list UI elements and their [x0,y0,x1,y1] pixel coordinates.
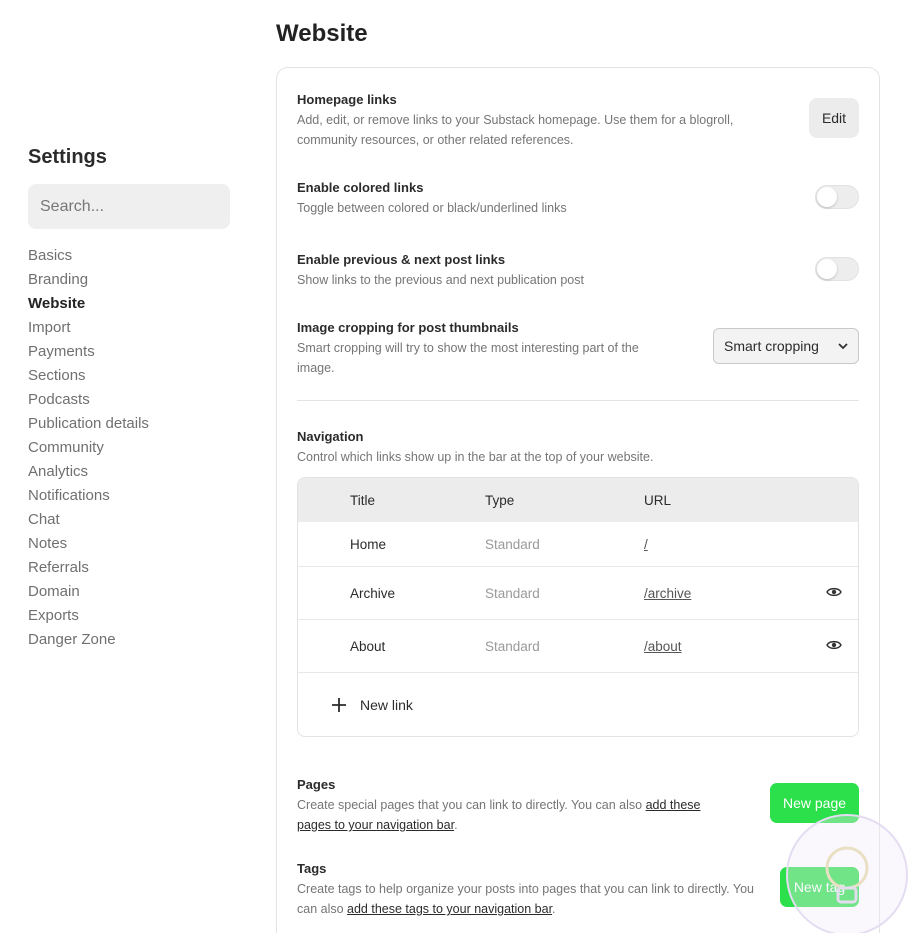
row-url[interactable]: /about [644,620,682,672]
navigation-setting: Navigation Control which links show up i… [297,427,859,467]
table-row[interactable]: About Standard /about [298,620,858,672]
table-header: Title Type URL [298,478,858,522]
navigation-label: Navigation [297,429,364,444]
page-title: Website [276,20,368,47]
sidebar-item-exports[interactable]: Exports [28,604,149,628]
row-type: Standard [485,585,540,601]
row-url-link[interactable]: /about [644,639,682,654]
row-url[interactable]: /archive [644,567,691,619]
pages-desc-text: Create special pages that you can link t… [297,798,646,812]
sidebar-title: Settings [28,146,107,168]
website-settings-card: Homepage links Add, edit, or remove link… [276,67,880,933]
lightbulb-watermark-icon [786,814,908,933]
image-cropping-select[interactable]: Smart cropping [713,328,859,364]
column-type: Type [485,492,515,508]
new-link-label: New link [360,697,413,713]
image-cropping-selected: Smart cropping [724,338,819,354]
homepage-links-setting: Homepage links Add, edit, or remove link… [297,90,757,150]
sidebar-item-community[interactable]: Community [28,436,149,460]
homepage-links-desc: Add, edit, or remove links to your Subst… [297,113,734,147]
row-url[interactable]: / [644,522,648,566]
sidebar-item-branding[interactable]: Branding [28,268,149,292]
sidebar-item-notes[interactable]: Notes [28,532,149,556]
colored-links-setting: Enable colored links Toggle between colo… [297,178,859,218]
row-type: Standard [485,638,540,654]
pages-nav-link-a[interactable]: add these [646,798,701,812]
eye-icon[interactable] [826,586,842,598]
navigation-table: Title Type URL Home Standard / Archive S… [297,477,859,737]
pages-nav-link-b[interactable]: pages to your navigation bar [297,818,454,832]
tags-setting: Tags Create tags to help organize your p… [297,859,767,919]
pages-desc: Create special pages that you can link t… [297,795,737,835]
prev-next-setting: Enable previous & next post links Show l… [297,250,859,290]
sidebar-item-sections[interactable]: Sections [28,364,149,388]
column-title: Title [350,492,376,508]
sidebar-item-import[interactable]: Import [28,316,149,340]
new-link-button[interactable]: New link [330,694,413,716]
tags-nav-link[interactable]: add these tags to your navigation bar [347,902,552,916]
sidebar-item-payments[interactable]: Payments [28,340,149,364]
sidebar-item-basics[interactable]: Basics [28,244,149,268]
section-divider [297,400,859,401]
tags-desc-end: . [552,902,556,916]
sidebar-item-publication-details[interactable]: Publication details [28,412,149,436]
sidebar-item-analytics[interactable]: Analytics [28,460,149,484]
image-cropping-label: Image cropping for post thumbnails [297,320,519,335]
column-url: URL [644,492,672,508]
colored-links-desc: Toggle between colored or black/underlin… [297,201,567,215]
plus-icon [332,698,346,712]
chevron-down-icon [838,343,848,350]
sidebar-item-referrals[interactable]: Referrals [28,556,149,580]
row-url-link[interactable]: / [644,537,648,552]
image-cropping-desc: Smart cropping will try to show the most… [297,341,639,375]
search-box[interactable] [28,184,230,229]
pages-setting: Pages Create special pages that you can … [297,775,737,835]
table-row[interactable]: Home Standard / [298,522,858,566]
toggle-knob [817,259,837,279]
sidebar-item-podcasts[interactable]: Podcasts [28,388,149,412]
table-row[interactable]: Archive Standard /archive [298,567,858,619]
eye-icon[interactable] [826,639,842,651]
colored-links-toggle[interactable] [815,185,859,209]
sidebar-item-website[interactable]: Website [28,292,149,316]
sidebar-item-chat[interactable]: Chat [28,508,149,532]
navigation-desc: Control which links show up in the bar a… [297,450,654,464]
tags-desc: Create tags to help organize your posts … [297,879,767,919]
row-type: Standard [485,536,540,552]
row-title: About [350,638,386,654]
edit-homepage-links-button[interactable]: Edit [809,98,859,138]
pages-desc-end: . [454,818,458,832]
homepage-links-label: Homepage links [297,92,397,107]
tags-label: Tags [297,861,327,876]
row-url-link[interactable]: /archive [644,586,691,601]
toggle-knob [817,187,837,207]
pages-label: Pages [297,777,336,792]
sidebar-nav: Basics Branding Website Import Payments … [28,244,149,652]
prev-next-toggle[interactable] [815,257,859,281]
sidebar-item-danger-zone[interactable]: Danger Zone [28,628,149,652]
sidebar-item-notifications[interactable]: Notifications [28,484,149,508]
prev-next-desc: Show links to the previous and next publ… [297,273,584,287]
search-input[interactable] [40,197,218,216]
prev-next-label: Enable previous & next post links [297,252,506,267]
image-cropping-setting: Image cropping for post thumbnails Smart… [297,318,677,378]
row-title: Archive [350,585,396,601]
sidebar-item-domain[interactable]: Domain [28,580,149,604]
colored-links-label: Enable colored links [297,180,424,195]
row-divider [298,672,858,673]
row-title: Home [350,536,387,552]
